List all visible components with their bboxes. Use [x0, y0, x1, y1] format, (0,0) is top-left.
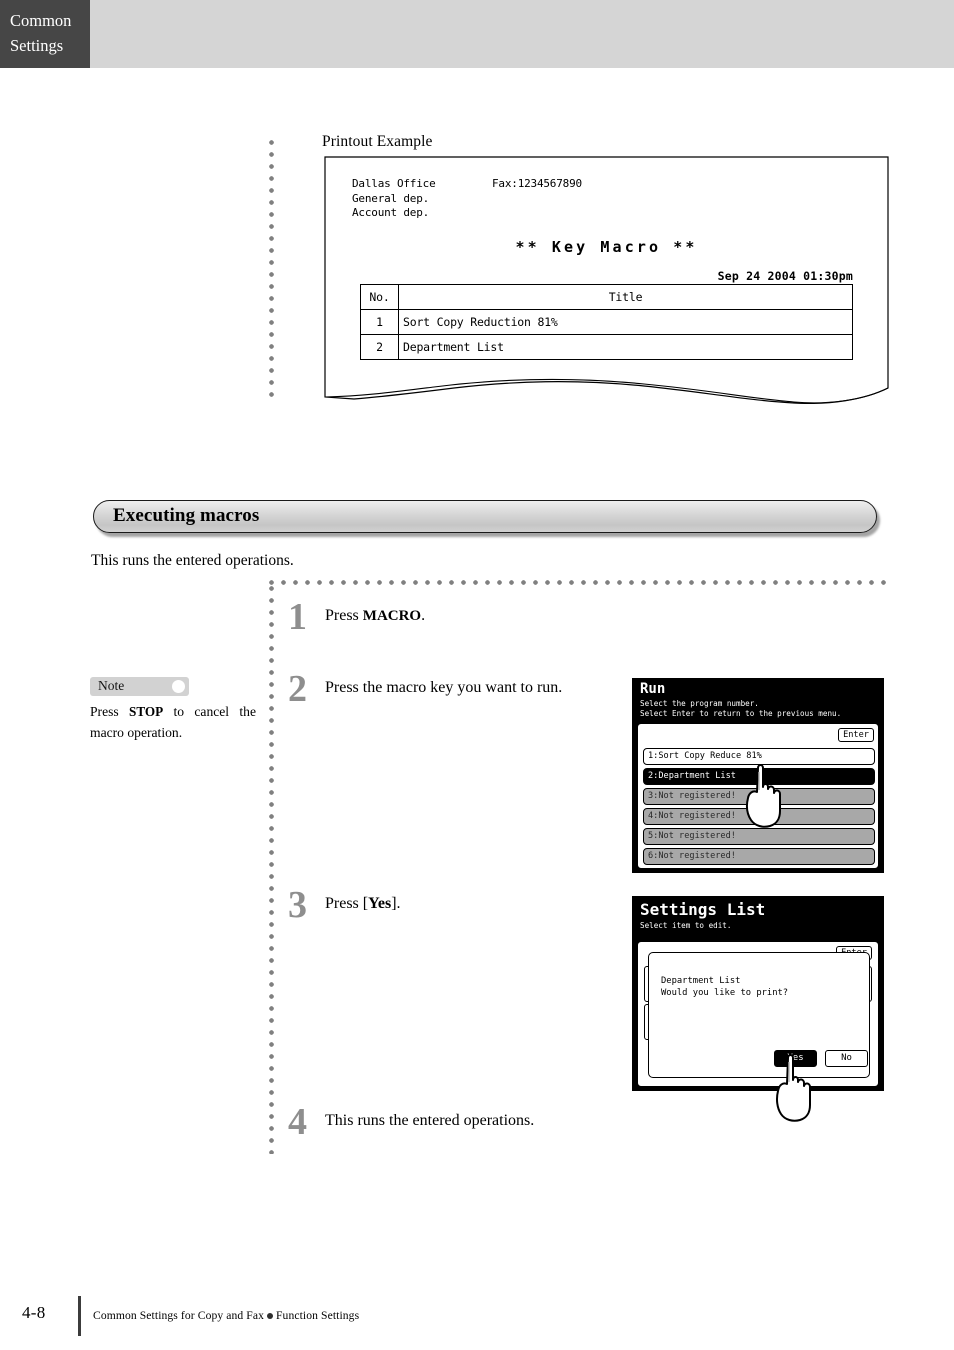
note-body-text: Press STOP to cancel the macro operation… [90, 701, 256, 743]
lcd-run-title: Run [640, 681, 666, 697]
section-heading-pill: Executing macros [93, 500, 877, 533]
table-row: 2 Department List [360, 334, 853, 360]
manual-page: Common Settings Printout Example Dallas … [0, 0, 954, 1350]
step-text-4: This runs the entered operations. [325, 1112, 535, 1129]
table-cell-title: Department List [398, 334, 853, 360]
print-confirm-dialog: Department List Would you like to print?… [648, 952, 870, 1078]
no-button[interactable]: No [825, 1050, 868, 1067]
note-text-key: STOP [129, 704, 164, 719]
lcd-settings-title: Settings List [640, 900, 766, 919]
chapter-tab-line1: Common [10, 11, 72, 30]
lcd-run-sub2: Select Enter to return to the previous m… [640, 709, 842, 718]
table-header-no: No. [360, 284, 399, 310]
table-cell-no: 1 [360, 309, 399, 335]
step3-key: Yes [368, 895, 392, 912]
step-number-3: 3 [288, 884, 307, 926]
printout-addr-line2: General dep. [352, 191, 430, 205]
pointing-hand-icon [776, 1054, 811, 1122]
note-text-pre: Press [90, 704, 129, 719]
step-number-1: 1 [288, 596, 307, 638]
note-badge-label: Note [98, 678, 125, 693]
step-text-2: Press the macro key you want to run. [325, 679, 563, 696]
lcd-panel-settings-list: Settings List Select item to edit. Enter… [632, 896, 884, 1122]
step1-text-pre: Press [325, 607, 363, 624]
lcd-run-sub1: Select the program number. [640, 699, 759, 708]
printout-title: ** Key Macro ** [515, 238, 698, 256]
footer-divider [78, 1296, 81, 1336]
macro-list-item-6[interactable]: 6:Not registered! [643, 848, 875, 865]
enter-button[interactable]: Enter [838, 728, 874, 742]
step1-text-post: . [421, 607, 426, 624]
printout-addr-line3: Account dep. [352, 206, 430, 219]
page-header-band [0, 0, 954, 68]
printout-addr-line1: Dallas Office [352, 177, 436, 190]
step3-text-pre: Press [ [325, 895, 369, 912]
footer-text-left: Common Settings for Copy and Fax [93, 1309, 264, 1322]
chapter-tab-line2: Settings [10, 36, 64, 55]
step-number-2: 2 [288, 668, 307, 710]
chapter-tab: Common Settings [0, 0, 90, 68]
footer-breadcrumb: Common Settings for Copy and Fax Function… [93, 1309, 359, 1322]
bullet-separator-icon [267, 1312, 273, 1319]
table-cell-title: Sort Copy Reduction 81% [398, 309, 853, 335]
table-cell-no: 2 [360, 334, 399, 360]
note-badge: Note [90, 677, 189, 696]
footer-text-right: Function Settings [276, 1309, 360, 1322]
lcd-panel-run: Run Select the program number. Select En… [632, 678, 884, 873]
decorative-dotted-rule-top [269, 140, 274, 402]
lcd-settings-body: Enter Department List Would you like to … [637, 941, 879, 1087]
table-row: 1 Sort Copy Reduction 81% [360, 309, 853, 335]
printout-macro-table: No. Title 1 Sort Copy Reduction 81% 2 De… [360, 284, 853, 360]
macro-list-item-5[interactable]: 5:Not registered! [643, 828, 875, 845]
printout-timestamp: Sep 24 2004 01:30pm [717, 269, 853, 283]
step1-key: MACRO [362, 608, 422, 624]
printout-example-caption: Printout Example [322, 133, 433, 150]
dialog-line-1: Department List [661, 976, 741, 986]
table-header-title: Title [398, 284, 853, 310]
printout-sender-address: Dallas Office General dep. Account dep. [352, 177, 436, 221]
lcd-settings-sub1: Select item to edit. [640, 921, 732, 930]
dialog-line-2: Would you like to print? [661, 988, 789, 998]
table-header-row: No. Title [360, 284, 853, 310]
decorative-dotted-rule-steps [269, 586, 274, 1154]
note-badge-knob-icon [172, 680, 185, 693]
step-text-3: Press [Yes]. [325, 891, 615, 917]
step-text-1: Press MACRO. [325, 603, 615, 629]
section-intro-text: This runs the entered operations. [91, 552, 294, 569]
step-number-4: 4 [288, 1101, 307, 1143]
pointing-hand-icon [746, 764, 781, 828]
printout-fax-number: Fax:1234567890 [492, 177, 582, 190]
section-heading-label: Executing macros [113, 505, 260, 526]
page-number: 4-8 [22, 1303, 46, 1322]
decorative-dotted-rule-horizontal [269, 580, 891, 585]
printout-example-figure: Dallas Office General dep. Account dep. … [324, 156, 889, 404]
step3-text-post: ]. [391, 895, 401, 912]
